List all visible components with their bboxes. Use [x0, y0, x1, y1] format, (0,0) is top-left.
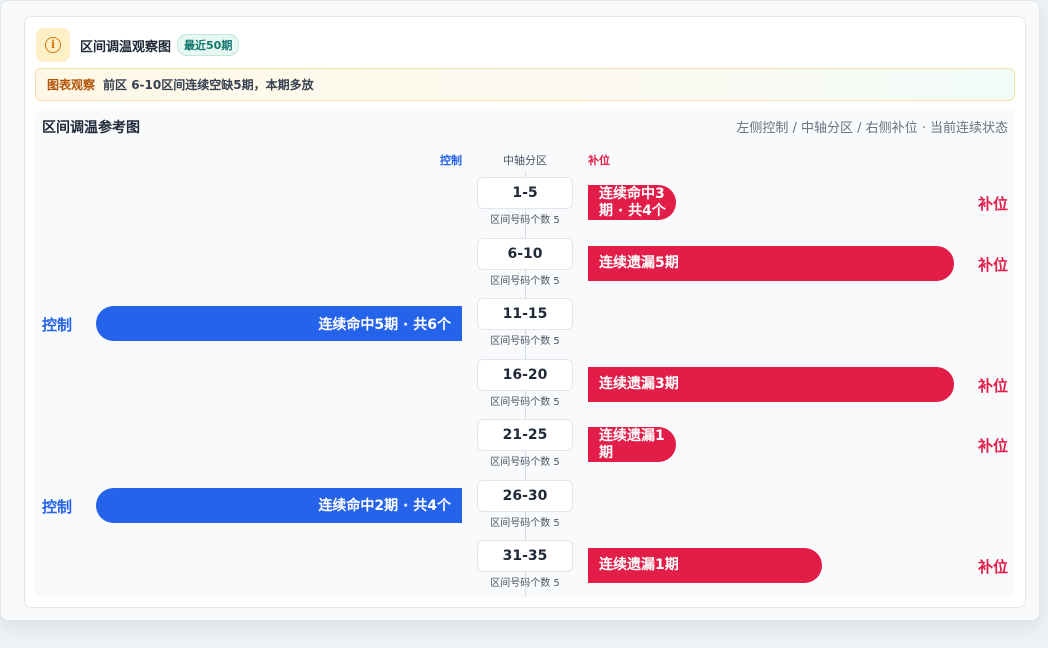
fill-bar[interactable]: 连续命中3期 · 共4个	[588, 185, 676, 220]
notice-text: 前区 6-10区间连续空缺5期，本期多放	[103, 78, 314, 92]
control-label: 控制	[42, 316, 73, 334]
zone-count-label: 区间号码个数 5	[490, 336, 560, 347]
zone-count-label: 区间号码个数 5	[490, 275, 560, 287]
control-bar[interactable]: 连续命中2期 · 共4个	[96, 487, 462, 523]
fill-label: 补位	[977, 255, 1008, 274]
zone-count-label: 区间号码个数 5	[490, 396, 560, 408]
column-head-axis: 中轴分区	[503, 154, 547, 167]
zone-box[interactable]: 16-20	[477, 358, 573, 391]
column-head-fill: 补位	[588, 154, 610, 167]
zone-box[interactable]: 6-10	[477, 237, 573, 270]
panel-title: 区间调温参考图	[42, 120, 140, 136]
period-badge[interactable]: 最近50期	[177, 34, 240, 56]
zone-box[interactable]: 11-15	[477, 298, 573, 330]
info-icon-wrap: i	[36, 28, 70, 62]
column-head-control: 控制	[440, 154, 462, 167]
fill-bar[interactable]: 连续遗漏3期	[588, 366, 954, 402]
card-title: 区间调温观察图	[80, 39, 172, 55]
zone-count-label: 区间号码个数 5	[490, 578, 560, 589]
fill-bar[interactable]: 连续遗漏1期	[588, 427, 676, 462]
panel-legend: 左侧控制 / 中轴分区 / 右侧补位 · 当前连续状态	[736, 121, 1008, 136]
reference-panel: 区间调温参考图 左侧控制 / 中轴分区 / 右侧补位 · 当前连续状态 控制 中…	[35, 109, 1015, 597]
zone-count-label: 区间号码个数 5	[490, 215, 560, 226]
outer-frame: i 区间调温观察图 最近50期 图表观察 前区 6-10区间连续空缺5期，本期多…	[0, 0, 1040, 621]
zone-box[interactable]: 21-25	[477, 419, 573, 451]
fill-label: 补位	[977, 376, 1008, 395]
fill-bar[interactable]: 连续遗漏1期	[588, 548, 822, 583]
info-icon: i	[45, 37, 61, 53]
zone-box[interactable]: 1-5	[477, 177, 573, 209]
fill-label: 补位	[977, 437, 1008, 455]
zone-box[interactable]: 31-35	[477, 540, 573, 572]
card-header: i 区间调温观察图 最近50期	[36, 28, 240, 62]
fill-label: 补位	[977, 195, 1008, 213]
zone-count-label: 区间号码个数 5	[490, 457, 560, 468]
chart-card: i 区间调温观察图 最近50期 图表观察 前区 6-10区间连续空缺5期，本期多…	[24, 16, 1026, 608]
notice-tag: 图表观察	[47, 78, 96, 92]
notice-bar: 图表观察 前区 6-10区间连续空缺5期，本期多放	[35, 68, 1015, 101]
control-bar[interactable]: 连续命中5期 · 共6个	[96, 306, 462, 341]
zone-box[interactable]: 26-30	[477, 479, 573, 512]
fill-label: 补位	[977, 558, 1008, 576]
control-label: 控制	[42, 497, 73, 516]
zone-count-label: 区间号码个数 5	[490, 517, 560, 529]
fill-bar[interactable]: 连续遗漏5期	[588, 245, 954, 281]
